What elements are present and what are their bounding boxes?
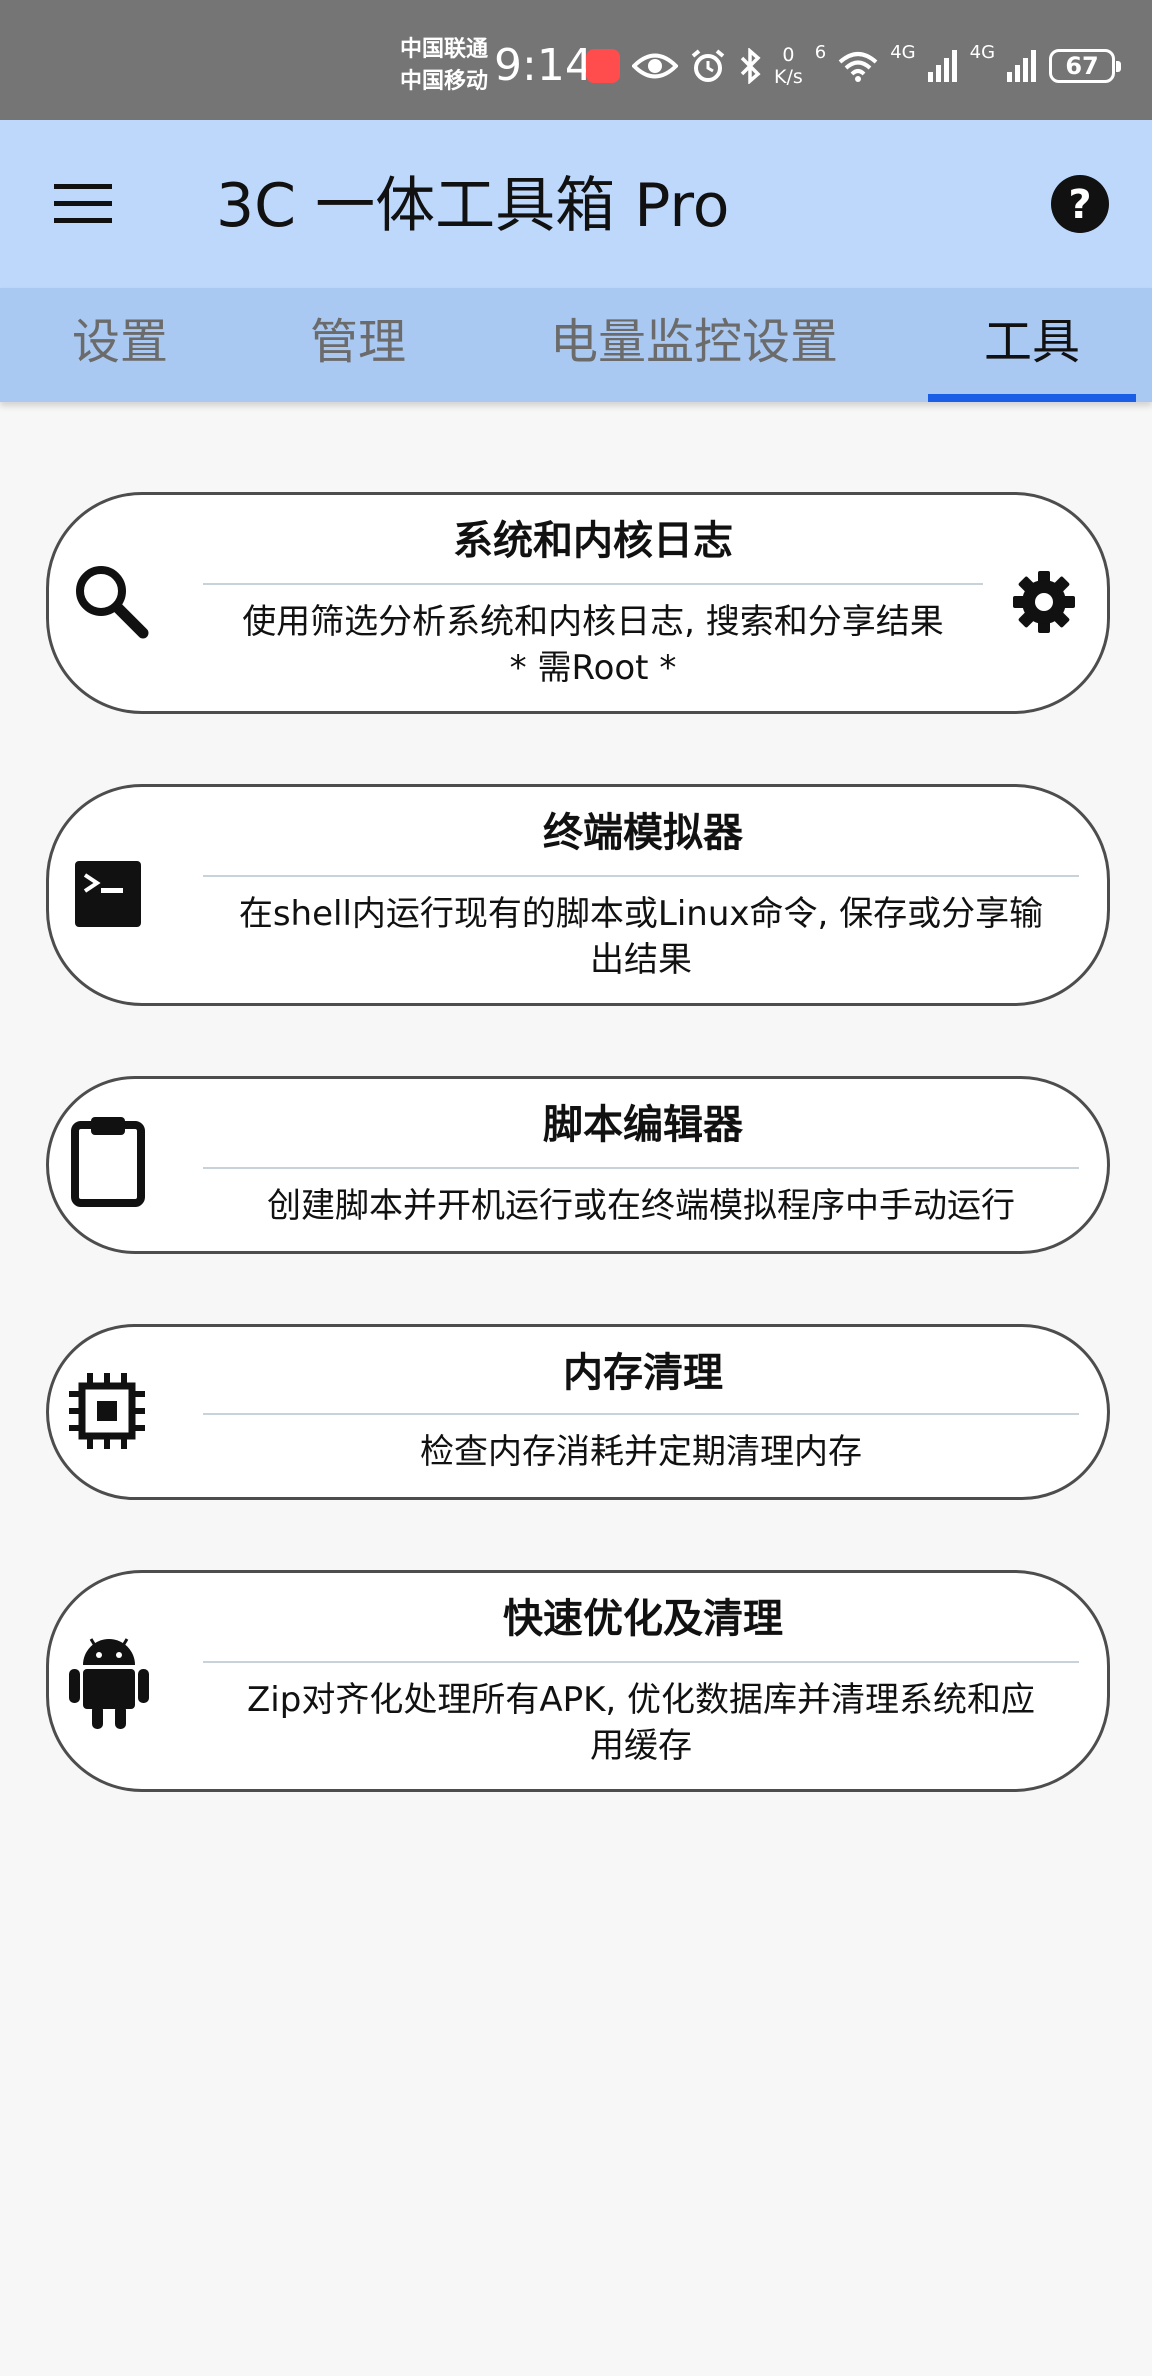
menu-icon[interactable] xyxy=(52,184,116,224)
terminal-icon xyxy=(75,861,141,927)
card-system-kernel-log[interactable]: 系统和内核日志 使用筛选分析系统和内核日志, 搜索和分享结果 * 需Root * xyxy=(46,492,1110,714)
card-description: 在shell内运行现有的脚本或Linux命令, 保存或分享输 出结果 xyxy=(238,894,1044,980)
card-terminal-emulator[interactable]: 终端模拟器 在shell内运行现有的脚本或Linux命令, 保存或分享输 出结果 xyxy=(46,784,1110,1006)
card-divider xyxy=(203,1167,1079,1169)
tab-indicator xyxy=(928,394,1136,402)
card-script-editor[interactable]: 脚本编辑器 创建脚本并开机运行或在终端模拟程序中手动运行 xyxy=(46,1076,1110,1254)
gear-icon[interactable] xyxy=(1013,571,1075,633)
card-title: 快速优化及清理 xyxy=(503,1596,783,1642)
card-description: Zip对齐化处理所有APK, 优化数据库并清理系统和应 用缓存 xyxy=(247,1680,1035,1766)
card-description: 使用筛选分析系统和内核日志, 搜索和分享结果 * 需Root * xyxy=(242,602,944,688)
card-quick-optimize[interactable]: 快速优化及清理 Zip对齐化处理所有APK, 优化数据库并清理系统和应 用缓存 xyxy=(46,1570,1110,1792)
app-title: 3C 一体工具箱 Pro xyxy=(216,171,730,241)
card-title: 脚本编辑器 xyxy=(543,1102,743,1148)
card-divider xyxy=(203,583,983,585)
card-memory-cleaner[interactable]: 内存清理 检查内存消耗并定期清理内存 xyxy=(46,1324,1110,1500)
carrier-2: 中国移动 xyxy=(400,69,489,94)
battery-indicator: 67 xyxy=(1049,49,1122,83)
card-description: 创建脚本并开机运行或在终端模拟程序中手动运行 xyxy=(267,1186,1015,1226)
android-icon xyxy=(69,1638,149,1729)
carrier-labels: 中国联通 中国移动 xyxy=(400,34,488,98)
card-divider xyxy=(203,1661,1079,1663)
signal-2-icon xyxy=(1007,50,1037,82)
signal-2-label: 4G xyxy=(969,42,996,63)
clipboard-icon xyxy=(71,1117,145,1207)
search-icon xyxy=(76,566,149,639)
help-icon[interactable]: ? xyxy=(1050,174,1110,234)
card-divider xyxy=(203,1413,1079,1415)
wifi-icon xyxy=(838,52,878,82)
card-divider xyxy=(203,875,1079,877)
tab-manage[interactable]: 管理 xyxy=(310,310,406,374)
signal-1-label: 4G xyxy=(890,42,916,63)
status-icons: 0 K/s 6 4G 4G 67 xyxy=(586,42,1122,88)
svg-text:?: ? xyxy=(1068,182,1091,228)
memory-chip-icon xyxy=(69,1373,145,1449)
signal-1-icon xyxy=(927,50,957,82)
card-title: 系统和内核日志 xyxy=(453,518,733,564)
alarm-icon xyxy=(691,49,725,82)
wifi-label: 6 xyxy=(814,42,827,63)
status-bar: 中国联通 中国移动 9:14 0 K/s 6 4G 4G 67 xyxy=(0,0,1152,120)
eye-icon xyxy=(632,53,678,79)
tab-settings[interactable]: 设置 xyxy=(72,310,168,374)
status-time: 9:14 xyxy=(494,40,593,91)
card-description: 检查内存消耗并定期清理内存 xyxy=(420,1432,862,1472)
app-notification-icon xyxy=(586,49,620,83)
card-title: 终端模拟器 xyxy=(543,810,743,856)
carrier-1: 中国联通 xyxy=(400,37,489,62)
tab-bar: 设置 管理 电量监控设置 工具 xyxy=(0,288,1152,402)
card-title: 内存清理 xyxy=(563,1350,723,1396)
bluetooth-icon xyxy=(740,48,761,84)
tab-battery-monitor[interactable]: 电量监控设置 xyxy=(550,310,838,374)
network-speed: 0 K/s xyxy=(774,44,803,88)
tab-tools[interactable]: 工具 xyxy=(984,310,1080,374)
